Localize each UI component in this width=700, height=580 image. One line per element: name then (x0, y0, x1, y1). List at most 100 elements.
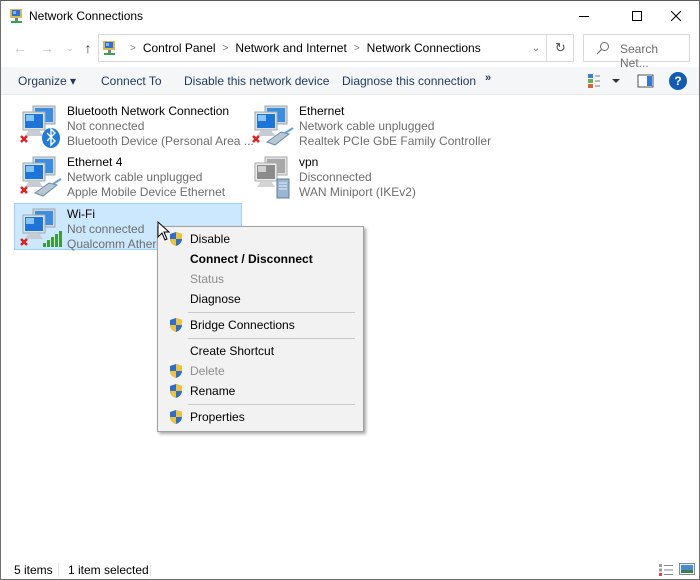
minimize-button[interactable] (561, 1, 607, 30)
search-placeholder: Search Net... (620, 42, 659, 70)
menu-item-label: Status (190, 272, 225, 286)
breadcrumb-separator-icon[interactable]: > (223, 43, 229, 54)
selection-count: 1 item selected (68, 563, 149, 577)
breadcrumb: > Control Panel > Network and Internet >… (123, 41, 481, 55)
close-button[interactable] (653, 1, 699, 30)
large-icons-view-icon (679, 563, 695, 575)
disable-device-button[interactable]: Disable this network device (184, 74, 329, 88)
up-button[interactable]: ↑ (78, 38, 98, 58)
context-menu: Disable Connect / Disconnect Status Diag… (157, 226, 364, 432)
help-button[interactable]: ? (669, 72, 687, 90)
menu-item-delete[interactable]: Delete (160, 361, 361, 381)
vpn-network-icon (254, 156, 290, 199)
more-commands-button[interactable]: » (485, 72, 491, 84)
menu-item-disable[interactable]: Disable (160, 229, 361, 249)
connection-item-bluetooth[interactable]: Bluetooth Network Connection Not connect… (15, 101, 254, 148)
uac-shield-icon (170, 384, 182, 398)
preview-pane-icon (637, 74, 654, 88)
large-icons-view-button[interactable] (679, 562, 695, 576)
recent-locations-button[interactable]: ⌄ (60, 38, 80, 58)
forward-button[interactable]: → (37, 38, 57, 58)
menu-item-bridge-connections[interactable]: Bridge Connections (160, 315, 361, 335)
back-button[interactable]: ← (10, 38, 30, 58)
search-icon (596, 42, 609, 55)
connection-item-ethernet[interactable]: Ethernet Network cable unplugged Realtek… (247, 101, 491, 148)
status-separator (150, 563, 151, 577)
diagnose-connection-button[interactable]: Diagnose this connection (342, 74, 476, 88)
back-arrow-icon: ← (13, 40, 27, 56)
menu-item-diagnose[interactable]: Diagnose (160, 289, 361, 309)
ethernet-network-icon (252, 105, 294, 146)
item-count: 5 items (14, 563, 53, 577)
status-separator (58, 563, 59, 577)
view-options-icon (588, 74, 620, 88)
connection-device: Bluetooth Device (Personal Area ... (67, 134, 254, 148)
connection-device: Apple Mobile Device Ethernet (67, 185, 226, 199)
breadcrumb-control-panel[interactable]: Control Panel (143, 41, 216, 55)
menu-item-connect-disconnect[interactable]: Connect / Disconnect (160, 249, 361, 269)
uac-shield-icon (170, 364, 182, 378)
menu-item-create-shortcut[interactable]: Create Shortcut (160, 341, 361, 361)
preview-pane-button[interactable] (637, 73, 655, 89)
ethernet-network-icon (20, 156, 62, 197)
connection-device: Realtek PCIe GbE Family Controller (299, 134, 492, 148)
window-title: Network Connections (29, 9, 144, 23)
menu-item-label: Bridge Connections (190, 318, 295, 332)
connection-item-vpn[interactable]: vpn Disconnected WAN Miniport (IKEv2) (247, 152, 475, 199)
menu-item-label: Properties (190, 410, 245, 424)
connection-name: Bluetooth Network Connection (67, 104, 230, 118)
navigation-bar: ← → ⌄ ↑ > Control Panel > Network and In… (1, 31, 699, 70)
breadcrumb-network-and-internet[interactable]: Network and Internet (235, 41, 346, 55)
close-icon (671, 10, 681, 21)
connection-status: Not connected (67, 119, 145, 133)
wifi-network-icon (20, 208, 62, 247)
connection-status: Network cable unplugged (299, 119, 435, 133)
menu-separator (188, 338, 355, 339)
uac-shield-icon (170, 410, 182, 424)
connection-status: Network cable unplugged (67, 170, 203, 184)
connection-device: Qualcomm Athero (67, 237, 164, 251)
breadcrumb-separator-icon[interactable]: > (354, 43, 360, 54)
command-bar: Organize ▾ Connect To Disable this netwo… (1, 67, 699, 95)
refresh-button[interactable]: ↻ (546, 35, 574, 61)
organize-button[interactable]: Organize ▾ (18, 74, 76, 88)
mouse-cursor-icon (157, 221, 171, 241)
address-dropdown-button[interactable]: ⌄ (526, 35, 546, 61)
maximize-icon (632, 10, 642, 21)
explorer-window: Network Connections ← → ⌄ ↑ > Control Pa… (0, 0, 700, 580)
menu-separator (188, 312, 355, 313)
menu-item-rename[interactable]: Rename (160, 381, 361, 401)
breadcrumb-network-connections[interactable]: Network Connections (367, 41, 481, 55)
menu-item-label: Diagnose (190, 292, 241, 306)
chevron-down-icon: ⌄ (66, 42, 74, 53)
details-view-button[interactable] (658, 563, 674, 577)
menu-item-label: Create Shortcut (190, 344, 275, 358)
network-connections-icon (10, 9, 22, 23)
menu-item-status[interactable]: Status (160, 269, 361, 289)
title-bar[interactable]: Network Connections (1, 1, 699, 31)
connection-device: WAN Miniport (IKEv2) (299, 185, 416, 199)
connect-to-button[interactable]: Connect To (101, 74, 162, 88)
connection-name: Ethernet 4 (67, 155, 123, 169)
control-panel-icon (103, 41, 115, 55)
change-view-button[interactable] (587, 73, 621, 89)
help-icon: ? (674, 74, 682, 88)
up-arrow-icon: ↑ (84, 40, 92, 56)
connection-status: Not connected (67, 222, 145, 236)
connection-item-ethernet-4[interactable]: Ethernet 4 Network cable unplugged Apple… (15, 152, 243, 199)
menu-item-label: Rename (190, 384, 236, 398)
details-view-icon (659, 564, 673, 576)
bluetooth-network-icon (20, 105, 60, 148)
menu-item-properties[interactable]: Properties (160, 407, 361, 427)
address-bar[interactable]: > Control Panel > Network and Internet >… (98, 34, 574, 62)
forward-arrow-icon: → (40, 40, 54, 56)
uac-shield-icon (170, 318, 182, 332)
search-input[interactable]: Search Net... (583, 34, 690, 70)
minimize-icon (579, 15, 589, 17)
connection-status: Disconnected (299, 170, 372, 184)
breadcrumb-separator-icon[interactable]: > (130, 43, 136, 54)
menu-separator (188, 404, 355, 405)
menu-item-label: Disable (190, 232, 231, 246)
connection-name: Wi-Fi (67, 207, 95, 221)
connection-name: Ethernet (299, 104, 345, 118)
